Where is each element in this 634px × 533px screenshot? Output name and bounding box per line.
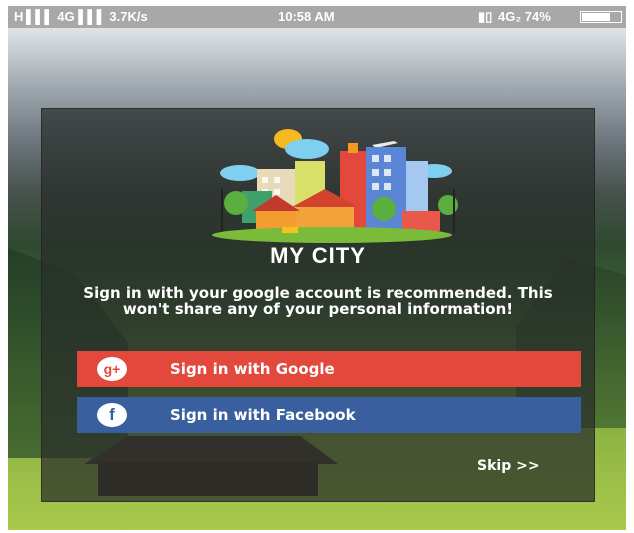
phone-screen: H ▌▌▌ 4G ▌▌▌ 3.7K/s 10:58 AM ▮▯ 4G₂ 74% — [8, 6, 626, 530]
signal-icon: ▮▯ — [478, 9, 493, 24]
battery-icon — [580, 11, 622, 23]
facebook-button-label: Sign in with Facebook — [170, 406, 356, 424]
sign-in-google-button[interactable]: g+ Sign in with Google — [77, 351, 581, 387]
network-status: H ▌▌▌ 4G ▌▌▌ 3.7K/s — [14, 9, 148, 24]
battery-status: 4G₂ 74% — [498, 9, 551, 24]
skip-link[interactable]: Skip >> — [477, 458, 540, 474]
facebook-icon: f — [97, 403, 127, 427]
google-button-label: Sign in with Google — [170, 360, 335, 378]
city-logo-icon — [212, 129, 458, 243]
sign-in-facebook-button[interactable]: f Sign in with Facebook — [77, 397, 581, 433]
google-plus-icon: g+ — [97, 357, 127, 381]
landscape-background: MY CITY Sign in with your google account… — [8, 28, 626, 530]
login-card: MY CITY Sign in with your google account… — [41, 108, 595, 502]
app-title: MY CITY — [270, 243, 366, 268]
status-bar: H ▌▌▌ 4G ▌▌▌ 3.7K/s 10:58 AM ▮▯ 4G₂ 74% — [8, 6, 626, 28]
clock: 10:58 AM — [278, 9, 335, 24]
sign-in-message: Sign in with your google account is reco… — [83, 284, 553, 318]
